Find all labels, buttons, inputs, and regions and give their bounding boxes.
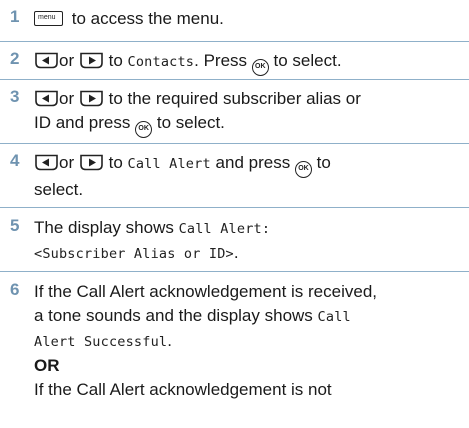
- step-number: 1: [10, 7, 20, 26]
- left-arrow-key-icon: [34, 154, 59, 171]
- step-end-text: to select.: [156, 113, 225, 132]
- display-text-call: Call: [317, 309, 351, 325]
- step-end-text: to select.: [273, 51, 342, 70]
- step-number: 5: [10, 216, 20, 235]
- step-text: or to Call Alert and press OK to select.: [34, 151, 469, 207]
- menu-key-icon: menu: [34, 11, 63, 26]
- step-5: 5 The display shows Call Alert: <Subscri…: [0, 208, 469, 272]
- period: .: [233, 243, 239, 262]
- left-arrow-key-icon: [34, 90, 59, 107]
- to-word: to: [108, 51, 123, 70]
- procedure-steps: 1 menu to access the menu. 2 or to Conta…: [0, 0, 469, 402]
- display-text-subscriber: <Subscriber Alias or ID>: [34, 246, 234, 262]
- step-line-2: select.: [34, 180, 84, 199]
- right-arrow-key-icon: [79, 90, 104, 107]
- step-line-1: to the required subscriber alias or: [108, 89, 361, 108]
- to-word: to: [108, 153, 123, 172]
- menu-target-call-alert: Call Alert: [127, 156, 211, 172]
- step-number: 3: [10, 87, 20, 106]
- ok-key-icon: OK: [294, 161, 312, 178]
- step-text: menu to access the menu.: [34, 7, 469, 41]
- step-line-1: and press: [215, 153, 291, 172]
- step-text: or to Contacts. Press OK to select.: [34, 49, 469, 79]
- to-word: to: [316, 153, 331, 172]
- display-text-alert-successful: Alert Successful: [34, 334, 168, 350]
- step-number: 2: [10, 49, 20, 68]
- step-2: 2 or to Contacts. Press OK to select.: [0, 42, 469, 80]
- period: .: [167, 331, 172, 350]
- right-arrow-key-icon: [79, 154, 104, 171]
- or-label: OR: [34, 356, 60, 375]
- step-1-text: to access the menu.: [71, 9, 224, 28]
- or-word: or: [59, 153, 75, 172]
- display-text-call-alert: Call Alert:: [178, 221, 271, 237]
- step-text: The display shows Call Alert: <Subscribe…: [34, 216, 469, 271]
- step-text: or to the required subscriber alias or I…: [34, 87, 469, 143]
- step-text: If the Call Alert acknowledgement is rec…: [34, 280, 469, 402]
- step-line-2: a tone sounds and the display shows: [34, 306, 313, 325]
- step-4: 4 or to Call Alert and press OK to selec…: [0, 144, 469, 208]
- step-line-1: If the Call Alert acknowledgement is rec…: [34, 282, 378, 301]
- menu-target-contacts: Contacts: [127, 54, 195, 70]
- step-line-2: ID and press: [34, 113, 131, 132]
- left-arrow-key-icon: [34, 52, 59, 69]
- press-word: . Press: [194, 51, 248, 70]
- step-line-last: If the Call Alert acknowledgement is not: [34, 380, 332, 399]
- ok-key-icon: OK: [251, 59, 269, 76]
- or-word: or: [59, 51, 75, 70]
- step-6: 6 If the Call Alert acknowledgement is r…: [0, 272, 469, 402]
- step-number: 4: [10, 151, 20, 170]
- right-arrow-key-icon: [79, 52, 104, 69]
- step-3: 3 or to the required subscriber alias or…: [0, 80, 469, 144]
- ok-key-icon: OK: [135, 121, 153, 138]
- menu-key-label: menu: [38, 14, 56, 21]
- step-line-1: The display shows: [34, 218, 174, 237]
- step-number: 6: [10, 280, 20, 299]
- or-word: or: [59, 89, 75, 108]
- step-1: 1 menu to access the menu.: [0, 0, 469, 42]
